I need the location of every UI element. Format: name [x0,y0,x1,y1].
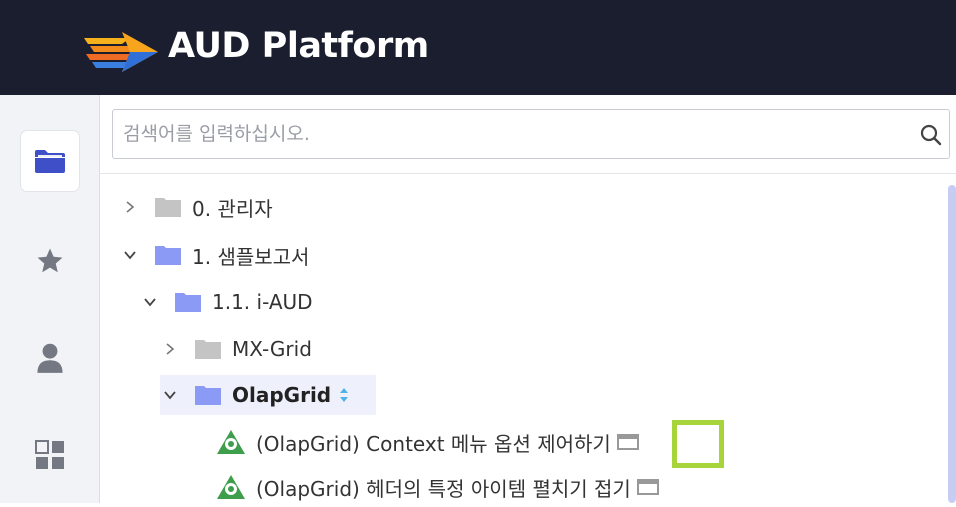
scrollbar[interactable] [948,185,956,503]
sidebar-item-apps[interactable] [21,425,79,485]
chevron-right-icon[interactable] [160,339,180,359]
grid-apps-icon [35,440,64,469]
folder-icon [195,340,221,359]
sidebar-item-folder[interactable] [21,131,79,191]
folder-open-icon [195,386,221,405]
tree-item-label: (OlapGrid) Context 메뉴 옵션 제어하기 [256,431,611,456]
tree-item-report-header-expand[interactable]: (OlapGrid) 헤더의 특정 아이템 펼치기 접기 [216,467,659,507]
tree-item-report-context-menu[interactable]: (OlapGrid) Context 메뉴 옵션 제어하기 [216,422,639,462]
user-icon [37,343,63,373]
tree-item-mx-grid[interactable]: MX-Grid [160,329,312,369]
tree-item-label: 0. 관리자 [192,196,273,221]
star-icon [37,248,63,273]
chevron-down-icon[interactable] [120,245,140,265]
window-icon[interactable] [636,479,659,495]
highlight-box [672,420,724,468]
app-title: AUD Platform [168,26,429,66]
chevron-down-icon[interactable] [140,292,160,312]
divider [100,173,956,174]
tree-item-label: 1.1. i-AUD [212,290,313,314]
tree-item-label: OlapGrid [232,383,332,407]
chevron-right-icon[interactable] [120,197,140,217]
tree-item-olapgrid[interactable]: OlapGrid [160,375,376,415]
sidebar-item-user[interactable] [21,328,79,388]
tree-item-i-aud[interactable]: 1.1. i-AUD [140,282,313,322]
search-input[interactable] [113,110,913,158]
search-icon[interactable] [919,123,943,147]
tree-item-label: MX-Grid [232,337,312,361]
tree-item-label: (OlapGrid) 헤더의 특정 아이템 펼치기 접기 [256,476,631,501]
folder-icon [155,198,181,217]
report-icon [217,475,245,499]
sidebar-item-favorites[interactable] [21,231,79,291]
aud-logo-icon [84,32,158,72]
sync-icon[interactable] [338,386,350,404]
search-box [112,109,950,159]
tree-item-admin[interactable]: 0. 관리자 [120,187,273,227]
folder-icon [35,150,65,173]
sidebar [0,95,100,503]
tree-item-label: 1. 샘플보고서 [192,244,310,269]
tree-item-sample-reports[interactable]: 1. 샘플보고서 [120,235,309,275]
chevron-down-icon[interactable] [160,385,180,405]
folder-open-icon [155,246,181,265]
app-header: AUD Platform [0,0,956,95]
folder-open-icon [175,293,201,312]
main-panel: 0. 관리자 1. 샘플보고서 1.1. i-AUD MX-Grid [100,95,956,503]
report-icon [217,430,245,454]
window-icon[interactable] [616,434,639,450]
